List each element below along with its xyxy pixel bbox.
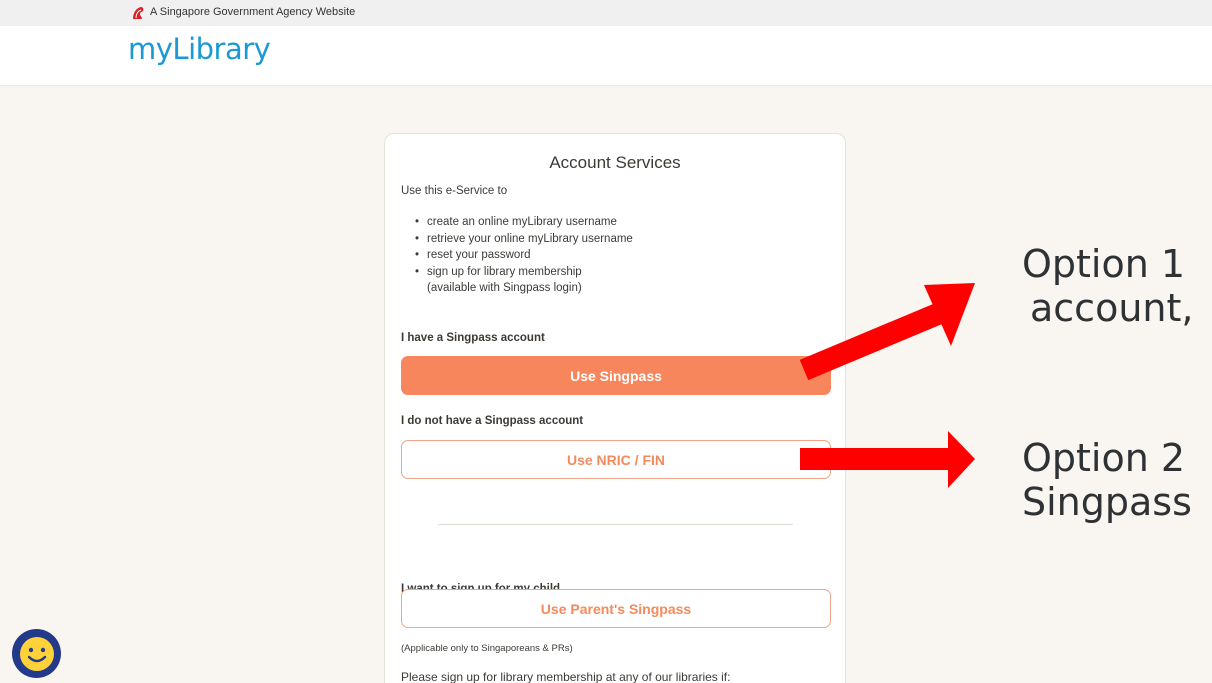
- arrow-option-2: [800, 431, 975, 488]
- smiley-face-icon: [19, 636, 54, 671]
- option-2-heading: Option 2: [1022, 436, 1186, 480]
- option-2-subtext: Singpass: [1022, 480, 1192, 524]
- option-1-heading: Option 1: [1022, 242, 1186, 286]
- arrow-option-1: [799, 283, 975, 381]
- chatbot-button[interactable]: [12, 629, 61, 678]
- annotation-arrows: [799, 283, 975, 488]
- option-1-subtext: account,: [1030, 286, 1194, 330]
